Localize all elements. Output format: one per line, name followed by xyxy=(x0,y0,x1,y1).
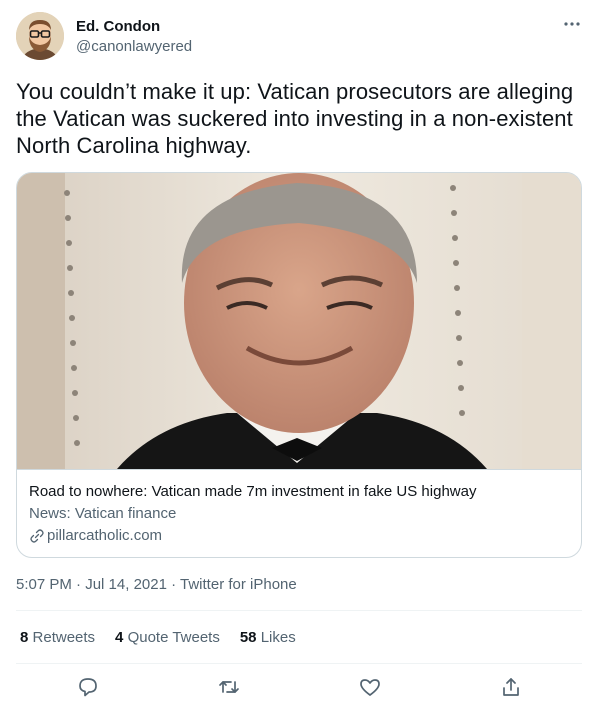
tweet-text: You couldn’t make it up: Vatican prosecu… xyxy=(16,79,574,158)
divider xyxy=(16,610,582,611)
link-card[interactable]: Road to nowhere: Vatican made 7m investm… xyxy=(16,172,582,558)
tweet-header: Ed. Condon @canonlawyered xyxy=(16,12,582,62)
retweets-label: Retweets xyxy=(32,629,96,646)
quotes-label: Quote Tweets xyxy=(127,629,220,646)
quote-tweets-stat[interactable]: 4 Quote Tweets xyxy=(115,628,220,647)
author-names: Ed. Condon @canonlawyered xyxy=(76,17,192,56)
card-title: Road to nowhere: Vatican made 7m investm… xyxy=(29,483,477,500)
tweet-time[interactable]: 5:07 PM xyxy=(16,576,72,593)
more-options-icon[interactable] xyxy=(562,14,582,34)
avatar[interactable] xyxy=(16,12,64,60)
tweet-stats: 8 Retweets 4 Quote Tweets 58 Likes xyxy=(20,628,316,647)
likes-count: 58 xyxy=(239,629,257,646)
action-bar xyxy=(16,664,582,711)
card-body: Road to nowhere: Vatican made 7m investm… xyxy=(17,469,581,557)
card-image xyxy=(17,173,581,469)
likes-stat[interactable]: 58 Likes xyxy=(240,628,296,647)
reply-icon[interactable] xyxy=(77,676,99,698)
link-icon xyxy=(30,528,44,543)
card-domain-text: pillarcatholic.com xyxy=(47,527,163,544)
like-icon[interactable] xyxy=(359,676,381,698)
card-description: News: Vatican finance xyxy=(29,505,177,522)
tweet-date[interactable]: Jul 14, 2021 xyxy=(85,576,167,593)
meta-separator: · xyxy=(166,576,181,593)
retweet-icon[interactable] xyxy=(218,676,240,698)
author-display-name[interactable]: Ed. Condon xyxy=(76,17,192,36)
likes-label: Likes xyxy=(260,629,296,646)
quotes-count: 4 xyxy=(115,629,124,646)
retweets-stat[interactable]: 8 Retweets xyxy=(20,628,95,647)
retweets-count: 8 xyxy=(20,629,29,646)
tweet-meta: 5:07 PM · Jul 14, 2021 · Twitter for iPh… xyxy=(16,575,297,594)
author-handle[interactable]: @canonlawyered xyxy=(76,37,192,56)
tweet: Ed. Condon @canonlawyered You couldn’t m… xyxy=(0,0,598,711)
card-domain: pillarcatholic.com xyxy=(29,526,569,545)
tweet-source[interactable]: Twitter for iPhone xyxy=(180,576,297,593)
share-icon[interactable] xyxy=(500,676,522,698)
meta-separator: · xyxy=(71,576,86,593)
